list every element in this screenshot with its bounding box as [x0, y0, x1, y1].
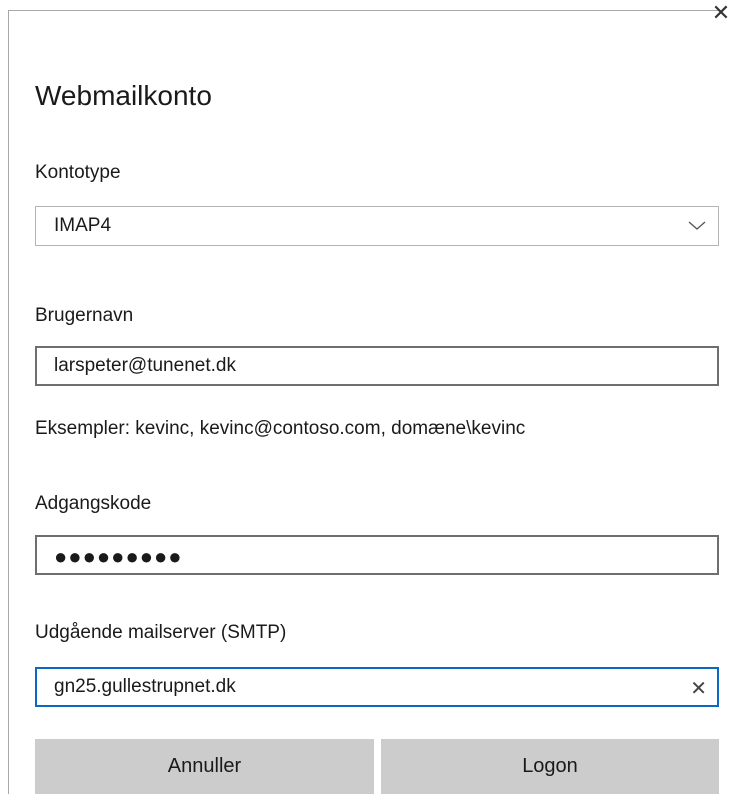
- smtp-input[interactable]: gn25.gullestrupnet.dk ✕: [35, 667, 719, 707]
- username-hint: Eksempler: kevinc, kevinc@contoso.com, d…: [35, 418, 526, 439]
- account-type-value: IMAP4: [54, 215, 112, 236]
- dialog-title: Webmailkonto: [35, 80, 212, 111]
- dialog-border-top: [8, 10, 718, 11]
- account-type-select[interactable]: IMAP4: [35, 206, 719, 246]
- password-value: ●●●●●●●●●: [54, 544, 183, 569]
- username-label: Brugernavn: [35, 305, 134, 326]
- logon-button[interactable]: Logon: [381, 739, 719, 794]
- close-icon[interactable]: ✕: [706, 0, 736, 30]
- username-input[interactable]: larspeter@tunenet.dk: [35, 346, 719, 386]
- password-input[interactable]: ●●●●●●●●●: [35, 535, 719, 575]
- username-value: larspeter@tunenet.dk: [54, 355, 236, 376]
- webmail-account-dialog: ✕ Webmailkonto Kontotype IMAP4 Brugernav…: [0, 0, 736, 794]
- clear-icon[interactable]: ✕: [690, 676, 707, 701]
- smtp-value: gn25.gullestrupnet.dk: [54, 676, 236, 697]
- dialog-border-left: [8, 10, 9, 794]
- password-label: Adgangskode: [35, 493, 152, 514]
- account-type-label: Kontotype: [35, 162, 121, 183]
- chevron-down-icon: [688, 221, 706, 230]
- cancel-button[interactable]: Annuller: [35, 739, 374, 794]
- smtp-label: Udgående mailserver (SMTP): [35, 622, 287, 643]
